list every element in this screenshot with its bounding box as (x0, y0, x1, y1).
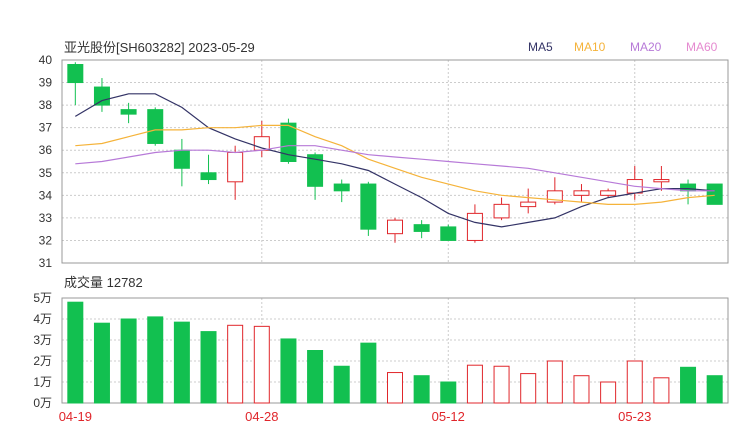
candle-up (520, 201, 537, 208)
candle-down (360, 183, 377, 230)
volume-bar-down (120, 318, 137, 404)
price-tick-label: 32 (39, 233, 53, 247)
legend-item-ma60: MA60 (686, 40, 718, 54)
legend: MA5 MA10 MA20 MA60 (528, 40, 718, 54)
date-tick-label: 05-23 (618, 409, 651, 424)
legend-item-ma10: MA10 (574, 40, 606, 54)
candle-down (413, 224, 430, 232)
price-tick-label: 31 (39, 256, 53, 270)
candle-down (147, 109, 164, 144)
date-tick-label: 04-28 (245, 409, 278, 424)
price-tick-label: 35 (39, 166, 53, 180)
candle-up (493, 203, 510, 219)
volume-bar-up (387, 372, 403, 404)
volume-bar-down (173, 321, 190, 404)
candle-up (653, 179, 670, 183)
price-tick-label: 39 (39, 76, 53, 90)
stock-chart: 亚光股份[SH603282] 2023-05-29 MA5 MA10 MA20 MA6… (33, 40, 729, 424)
ma-line-ma5 (74, 93, 715, 228)
volume-bar-up (227, 324, 244, 404)
date-tick-label: 05-12 (432, 409, 465, 424)
volume-label: 成交量 12782 (64, 275, 143, 290)
candle-up (466, 212, 483, 241)
volume-bar-up (653, 377, 670, 404)
volume-panel: 0万 1万 2万 3万 4万 5万 (33, 291, 729, 410)
volume-bar-up (466, 364, 483, 404)
candle-down (200, 172, 217, 181)
price-tick-label: 38 (39, 98, 53, 112)
legend-item-ma20: MA20 (630, 40, 662, 54)
price-tick-label: 33 (39, 211, 53, 225)
volume-bar-up (600, 381, 617, 404)
volume-tick-label: 3万 (33, 333, 52, 347)
candle-down (120, 109, 137, 115)
price-panel: 31 32 33 34 35 36 37 38 39 40 (39, 53, 729, 270)
ma-line-ma10 (75, 124, 715, 205)
volume-bar-up (520, 373, 537, 404)
candle-down (67, 64, 84, 84)
candle-up (387, 219, 403, 235)
volume-bar-up (626, 360, 643, 404)
price-tick-label: 40 (39, 53, 53, 67)
volume-bar-up (493, 365, 510, 404)
candle-down (173, 149, 190, 169)
price-tick-label: 36 (39, 143, 53, 157)
volume-bar-down (307, 350, 324, 404)
candle-down (333, 183, 350, 192)
volume-tick-label: 4万 (33, 312, 52, 326)
volume-bar-down (67, 301, 84, 404)
volume-bar-down (147, 316, 164, 404)
volume-bar-down (440, 381, 457, 404)
volume-bar-down (200, 331, 217, 404)
volume-bar-down (333, 365, 350, 404)
volume-bar-down (680, 366, 697, 404)
candle-down (706, 183, 723, 205)
candle-up (600, 190, 617, 196)
candle-up (573, 190, 590, 196)
chart-title: 亚光股份[SH603282] 2023-05-29 (64, 40, 255, 55)
volume-bar-down (280, 338, 297, 404)
volume-bar-down (706, 375, 723, 404)
volume-bar-down (360, 342, 377, 404)
volume-tick-label: 5万 (33, 291, 52, 305)
volume-bar-up (546, 360, 563, 404)
candle-up (227, 151, 244, 183)
volume-bar-down (413, 375, 430, 404)
volume-tick-label: 2万 (33, 354, 52, 368)
legend-item-ma5: MA5 (528, 40, 553, 54)
volume-bar-up (573, 375, 590, 404)
volume-tick-label: 1万 (33, 375, 52, 389)
candle-down (440, 226, 457, 241)
price-tick-label: 37 (39, 121, 53, 135)
volume-tick-label: 0万 (33, 396, 52, 410)
date-tick-label: 04-19 (59, 409, 92, 424)
volume-bar-up (253, 325, 270, 404)
volume-bar-down (93, 322, 110, 404)
price-tick-label: 34 (39, 188, 53, 202)
date-axis: 04-19 04-28 05-12 05-23 (59, 409, 652, 424)
candle-down (93, 86, 110, 106)
